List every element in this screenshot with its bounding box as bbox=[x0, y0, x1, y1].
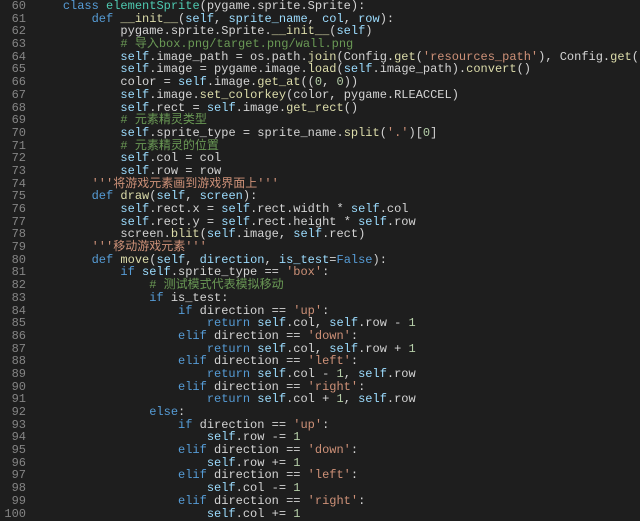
line-number: 73 bbox=[4, 165, 26, 178]
line-number: 69 bbox=[4, 114, 26, 127]
code-line[interactable]: self.col += 1 bbox=[34, 508, 640, 521]
code-area[interactable]: class elementSprite(pygame.sprite.Sprite… bbox=[34, 0, 640, 521]
line-number: 70 bbox=[4, 127, 26, 140]
line-number: 63 bbox=[4, 38, 26, 51]
line-number: 99 bbox=[4, 495, 26, 508]
code-editor[interactable]: 6061626364656667686970717273747576777879… bbox=[0, 0, 640, 521]
line-number: 66 bbox=[4, 76, 26, 89]
line-number: 95 bbox=[4, 444, 26, 457]
code-line[interactable]: if is_test: bbox=[34, 292, 640, 305]
line-number: 79 bbox=[4, 241, 26, 254]
line-number: 76 bbox=[4, 203, 26, 216]
code-line[interactable]: elif direction == 'down': bbox=[34, 444, 640, 457]
code-line[interactable]: else: bbox=[34, 406, 640, 419]
code-line[interactable]: # 测试模式代表模拟移动 bbox=[34, 279, 640, 292]
line-number: 67 bbox=[4, 89, 26, 102]
line-number: 92 bbox=[4, 406, 26, 419]
line-number: 100 bbox=[4, 508, 26, 521]
line-number: 85 bbox=[4, 317, 26, 330]
line-number: 89 bbox=[4, 368, 26, 381]
line-number: 83 bbox=[4, 292, 26, 305]
line-number: 98 bbox=[4, 482, 26, 495]
line-number-gutter: 6061626364656667686970717273747576777879… bbox=[0, 0, 34, 521]
line-number: 82 bbox=[4, 279, 26, 292]
line-number: 86 bbox=[4, 330, 26, 343]
line-number: 60 bbox=[4, 0, 26, 13]
code-line[interactable]: elif direction == 'right': bbox=[34, 495, 640, 508]
